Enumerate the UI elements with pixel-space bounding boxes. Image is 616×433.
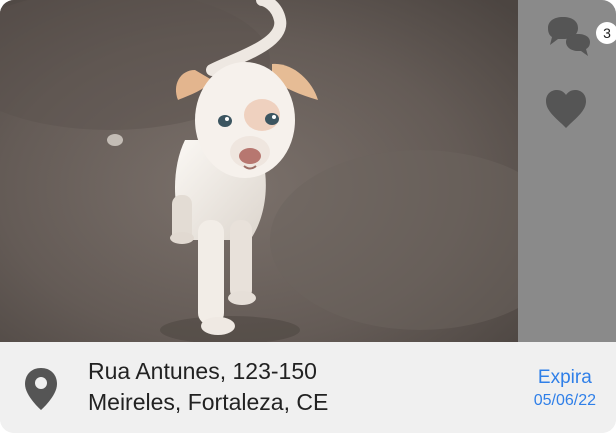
- comments-count-badge: 3: [596, 22, 616, 44]
- action-rail: 3: [518, 0, 616, 342]
- pet-card[interactable]: 3 Rua Antunes, 123-150 Meireles, Fortale…: [0, 0, 616, 433]
- comments-button[interactable]: 3: [544, 12, 616, 64]
- pet-photo[interactable]: [0, 0, 518, 342]
- chat-bubbles-icon: [548, 17, 590, 56]
- favorite-button[interactable]: [544, 88, 588, 130]
- expiry-label: Expira: [537, 367, 592, 388]
- map-pin-icon: [22, 366, 60, 412]
- address-street: Rua Antunes, 123-150: [88, 358, 317, 384]
- heart-icon: [546, 90, 586, 128]
- address-district-city: Meireles, Fortaleza, CE: [88, 389, 329, 415]
- puppy-photo-illustration: [0, 0, 518, 342]
- expiry-date: 05/06/22: [533, 392, 596, 409]
- location-address: Rua Antunes, 123-150 Meireles, Fortaleza…: [88, 356, 328, 418]
- expiry-info: Expira 05/06/22: [534, 366, 596, 412]
- card-footer: Rua Antunes, 123-150 Meireles, Fortaleza…: [0, 342, 616, 433]
